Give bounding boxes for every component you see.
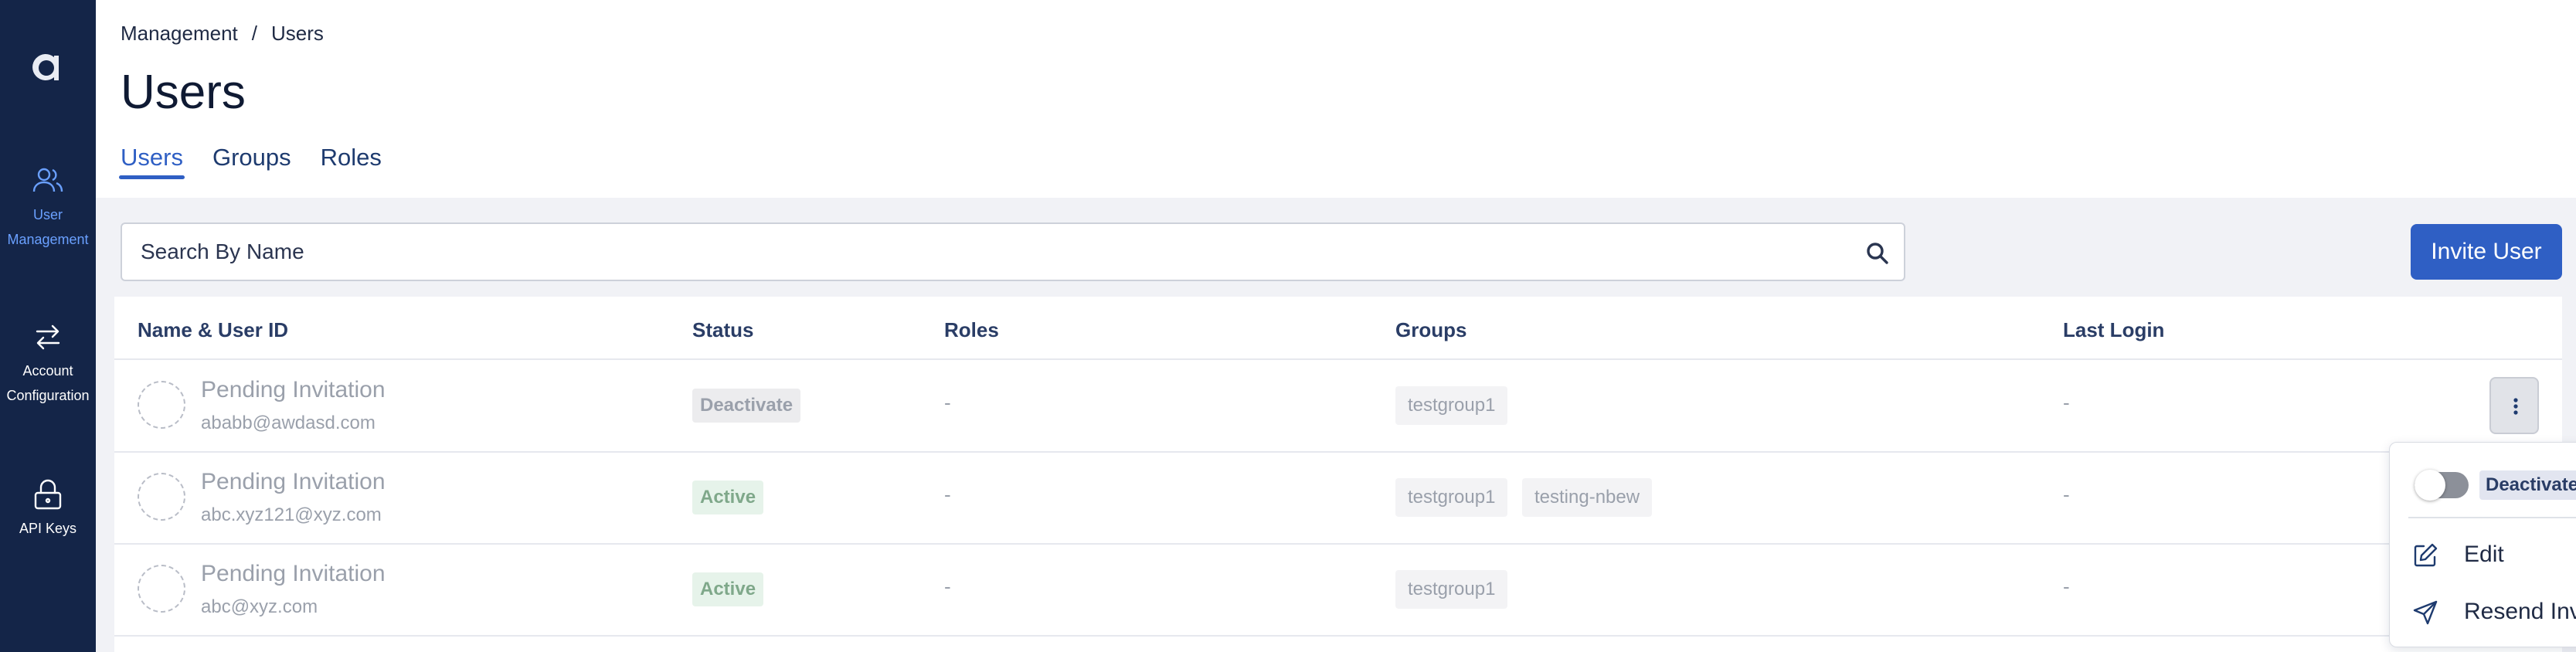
menu-divider xyxy=(2408,517,2576,518)
sidebar-item-label: Account xyxy=(22,363,73,379)
page-title: Users xyxy=(121,66,246,119)
table-row[interactable]: Pending Invitation abc@xyz.com Active - … xyxy=(114,544,2562,637)
status-badge: Active xyxy=(692,572,764,606)
sidebar-item-account-configuration[interactable]: Account Configuration xyxy=(0,320,96,408)
sidebar-item-user-management[interactable]: User Management xyxy=(0,164,96,252)
avatar xyxy=(138,381,185,429)
roles-value: - xyxy=(944,483,951,506)
user-email: abc@xyz.com xyxy=(201,596,318,617)
avatar xyxy=(138,473,185,521)
menu-item-label: Edit xyxy=(2464,542,2504,567)
roles-value: - xyxy=(944,391,951,414)
invite-user-button[interactable]: Invite User xyxy=(2411,224,2562,280)
sidebar-item-label: User xyxy=(32,207,63,222)
breadcrumb-parent-link[interactable]: Management xyxy=(121,22,238,45)
sidebar-item-label: Management xyxy=(7,232,89,247)
group-chip: testgroup1 xyxy=(1395,386,1508,425)
table-row[interactable]: Pending Invitation ababb@awdasd.com Deac… xyxy=(114,360,2562,453)
tab-roles[interactable]: Roles xyxy=(321,144,382,179)
content-area: Invite User Name & User ID Status Roles … xyxy=(96,198,2576,652)
users-icon xyxy=(32,168,63,192)
app-logo-icon xyxy=(32,54,59,80)
column-header-status[interactable]: Status xyxy=(692,318,753,342)
sidebar-item-label: API Keys xyxy=(19,521,77,536)
menu-item-edit[interactable]: Edit xyxy=(2390,531,2576,580)
column-header-groups[interactable]: Groups xyxy=(1395,318,1466,342)
column-header-last-login[interactable]: Last Login xyxy=(2063,318,2164,342)
last-login-value: - xyxy=(2063,391,2070,414)
avatar xyxy=(138,565,185,613)
send-icon xyxy=(2413,600,2438,625)
group-chip: testgroup1 xyxy=(1395,478,1508,517)
roles-value: - xyxy=(944,575,951,598)
deactivate-label[interactable]: Deactivate xyxy=(2479,470,2576,500)
table-header: Name & User ID Status Roles Groups Last … xyxy=(114,297,2562,360)
tab-bar: Users Groups Roles xyxy=(119,144,382,179)
group-chip: testing-nbew xyxy=(1522,478,1653,517)
sidebar-item-api-keys[interactable]: API Keys xyxy=(0,477,96,541)
last-login-value: - xyxy=(2063,575,2070,598)
breadcrumb: Management / Users xyxy=(121,22,324,46)
menu-item-resend-invite[interactable]: Resend Invite xyxy=(2390,588,2576,637)
status-badge: Active xyxy=(692,481,764,514)
group-chip: testgroup1 xyxy=(1395,570,1508,609)
toggle-knob xyxy=(2415,470,2445,501)
row-actions-button[interactable] xyxy=(2489,377,2539,434)
edit-icon xyxy=(2414,543,2438,567)
user-email: ababb@awdasd.com xyxy=(201,413,376,433)
user-email: abc.xyz121@xyz.com xyxy=(201,504,382,525)
tab-groups[interactable]: Groups xyxy=(212,144,291,179)
more-vertical-icon xyxy=(2513,398,2518,415)
row-actions-menu: Deactivate Edit Resend Invite xyxy=(2389,442,2576,647)
breadcrumb-current: Users xyxy=(271,22,324,45)
search-icon[interactable] xyxy=(1865,241,1890,266)
menu-item-label: Resend Invite xyxy=(2464,599,2576,624)
column-header-roles[interactable]: Roles xyxy=(944,318,999,342)
sidebar-item-label: Configuration xyxy=(6,388,90,403)
lock-icon xyxy=(34,479,62,510)
transfer-arrows-icon xyxy=(36,324,60,350)
column-header-name[interactable]: Name & User ID xyxy=(138,318,288,342)
user-name: Pending Invitation xyxy=(201,469,386,494)
table-row[interactable]: Pending Invitation abc.xyz121@xyz.com Ac… xyxy=(114,452,2562,545)
search-input[interactable] xyxy=(122,224,1904,280)
page-header: Management / Users Users Users Groups Role… xyxy=(96,0,2576,198)
user-name: Pending Invitation xyxy=(201,561,386,586)
last-login-value: - xyxy=(2063,483,2070,506)
sidebar: User Management Account Configuration AP… xyxy=(0,0,96,652)
breadcrumb-separator: / xyxy=(251,22,257,45)
search-box xyxy=(121,222,1905,281)
status-badge: Deactivate xyxy=(692,389,801,423)
tab-users[interactable]: Users xyxy=(119,144,185,179)
users-table: Name & User ID Status Roles Groups Last … xyxy=(114,297,2562,652)
deactivate-toggle[interactable] xyxy=(2415,470,2469,501)
main-area: Management / Users Users Users Groups Role… xyxy=(96,0,2576,652)
user-name: Pending Invitation xyxy=(201,377,386,402)
